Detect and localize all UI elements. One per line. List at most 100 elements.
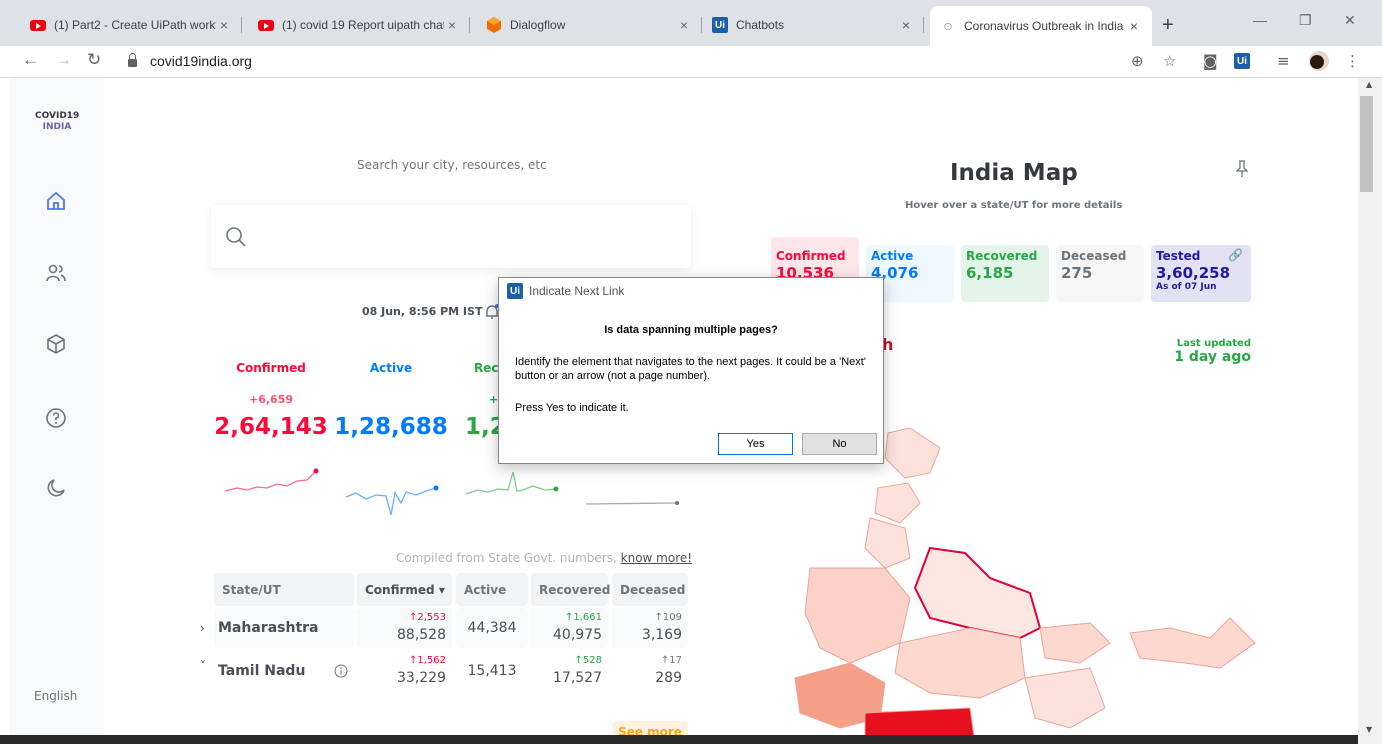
map-region-himachal bbox=[874, 482, 921, 524]
os-taskbar bbox=[0, 735, 1358, 744]
info-icon[interactable] bbox=[334, 664, 348, 678]
col-header-active[interactable]: Active bbox=[456, 573, 528, 606]
map-region-northeast bbox=[1129, 617, 1256, 669]
expand-row-icon[interactable]: ˅ bbox=[200, 659, 206, 673]
stat-confirmed-delta: +6,659 bbox=[248, 393, 293, 406]
browser-tab[interactable]: (1) covid 19 Report uipath chat × bbox=[248, 8, 470, 42]
users-icon[interactable] bbox=[44, 261, 68, 285]
home-icon[interactable] bbox=[44, 189, 68, 213]
loading-icon: ⊙ bbox=[943, 20, 953, 33]
last-update-time: 08 Jun, 8:56 PM IST bbox=[362, 305, 483, 318]
dialog-instruction: Press Yes to indicate it. bbox=[515, 402, 629, 414]
map-stat-deceased[interactable]: Deceased 275 bbox=[1056, 245, 1144, 302]
dialog-question: Is data spanning multiple pages? bbox=[604, 324, 778, 336]
uipath-icon: Ui bbox=[507, 283, 523, 299]
pin-icon[interactable] bbox=[1236, 160, 1248, 178]
dialog-title: Indicate Next Link bbox=[529, 284, 625, 298]
browser-tab[interactable]: Ui Chatbots × bbox=[702, 8, 924, 42]
map-region-jammu-kashmir bbox=[884, 428, 941, 479]
browser-tab-active[interactable]: ⊙ Coronavirus Outbreak in India × bbox=[930, 6, 1152, 46]
know-more-link[interactable]: know more! bbox=[621, 551, 692, 565]
bookmark-star-icon[interactable]: ☆ bbox=[1163, 52, 1176, 70]
uipath-extension-icon[interactable]: Ui bbox=[1234, 53, 1250, 69]
expand-row-icon[interactable]: › bbox=[200, 621, 205, 635]
col-header-confirmed[interactable]: Confirmed ▾ bbox=[357, 573, 452, 606]
camera-extension-icon[interactable]: ◙ bbox=[1203, 52, 1218, 70]
uipath-icon: Ui bbox=[712, 17, 728, 33]
map-region-bihar bbox=[1039, 622, 1111, 664]
stat-active-value: 1,28,688 bbox=[334, 414, 448, 440]
help-icon[interactable] bbox=[44, 406, 68, 430]
dialogflow-icon bbox=[486, 17, 502, 33]
map-region-rajasthan bbox=[804, 567, 911, 664]
scroll-up-icon[interactable]: ▲ bbox=[1366, 80, 1372, 89]
youtube-icon bbox=[258, 17, 274, 33]
minimize-icon[interactable]: — bbox=[1253, 12, 1267, 28]
yes-button[interactable]: Yes bbox=[718, 433, 793, 455]
recovered-sparkline bbox=[465, 471, 559, 495]
sidebar: COVID19 INDIA English bbox=[10, 78, 104, 744]
no-button[interactable]: No bbox=[802, 433, 877, 455]
col-header-state[interactable]: State/UT bbox=[214, 573, 354, 606]
stat-confirmed-label: Confirmed bbox=[236, 361, 306, 375]
scroll-down-icon[interactable]: ▼ bbox=[1366, 725, 1372, 734]
india-map[interactable] bbox=[790, 428, 1260, 744]
link-icon[interactable]: 🔗 bbox=[1228, 248, 1243, 262]
tab-title: Coronavirus Outbreak in India bbox=[964, 19, 1124, 33]
indicate-next-link-dialog: Ui Indicate Next Link Is data spanning m… bbox=[498, 277, 884, 464]
close-icon[interactable]: × bbox=[898, 17, 914, 33]
tab-title: Dialogflow bbox=[510, 18, 566, 32]
restore-icon[interactable]: ❐ bbox=[1299, 12, 1312, 29]
table-cell-active: 44,384 bbox=[456, 608, 528, 648]
table-cell-active: 15,413 bbox=[456, 651, 528, 691]
table-cell-recovered: ↑1,661 40,975 bbox=[531, 608, 608, 648]
last-updated: Last updated 1 day ago bbox=[1174, 338, 1251, 365]
media-control-icon[interactable]: ≡ bbox=[1277, 52, 1290, 70]
map-title: India Map bbox=[950, 160, 1078, 186]
close-icon[interactable]: × bbox=[676, 17, 692, 33]
package-icon[interactable] bbox=[44, 332, 68, 356]
dialog-body: Identify the element that navigates to t… bbox=[515, 356, 866, 382]
scrollbar-thumb[interactable] bbox=[1360, 96, 1373, 192]
table-cell-deceased: ↑109 3,169 bbox=[612, 608, 688, 648]
close-icon[interactable]: × bbox=[1126, 18, 1142, 34]
table-row-state[interactable]: Maharashtra bbox=[214, 608, 354, 648]
table-cell-recovered: ↑528 17,527 bbox=[531, 651, 608, 691]
browser-toolbar: ← → ↻ covid19india.org ⊕ ☆ ◙ Ui ≡ ⋮ bbox=[0, 46, 1382, 78]
browser-tab[interactable]: Dialogflow × bbox=[476, 8, 702, 42]
tab-title: (1) Part2 - Create UiPath workf bbox=[54, 18, 216, 32]
tab-title: Chatbots bbox=[736, 18, 785, 32]
install-icon[interactable]: ⊕ bbox=[1131, 52, 1144, 70]
brand-logo[interactable]: COVID19 INDIA bbox=[35, 111, 79, 133]
close-icon[interactable]: × bbox=[216, 17, 232, 33]
map-region-uttar-pradesh bbox=[913, 546, 1042, 640]
reload-icon[interactable]: ↻ bbox=[87, 50, 101, 70]
back-icon[interactable]: ← bbox=[22, 50, 39, 70]
map-stat-recovered[interactable]: Recovered 6,185 bbox=[961, 245, 1049, 302]
close-icon[interactable]: × bbox=[444, 17, 460, 33]
table-cell-deceased: ↑17 289 bbox=[612, 651, 688, 691]
youtube-icon bbox=[30, 17, 46, 33]
table-row-state[interactable]: Tamil Nadu bbox=[214, 651, 354, 691]
browser-tab[interactable]: (1) Part2 - Create UiPath workf × bbox=[20, 8, 242, 42]
map-region-odisha-jharkhand bbox=[1024, 667, 1106, 729]
tab-title: (1) covid 19 Report uipath chat bbox=[282, 18, 444, 32]
col-header-deceased[interactable]: Deceased bbox=[612, 573, 688, 606]
deceased-sparkline bbox=[585, 501, 679, 505]
bell-icon[interactable] bbox=[485, 304, 499, 320]
dark-mode-icon[interactable] bbox=[44, 476, 68, 500]
window-close-icon[interactable]: ✕ bbox=[1344, 12, 1356, 29]
url-text: covid19india.org bbox=[150, 53, 252, 69]
compiled-note: Compiled from State Govt. numbers, know … bbox=[396, 551, 693, 565]
new-tab-icon[interactable]: + bbox=[1162, 14, 1174, 37]
avatar[interactable] bbox=[1308, 50, 1330, 76]
search-input[interactable] bbox=[211, 205, 691, 268]
col-header-recovered[interactable]: Recovered bbox=[531, 573, 610, 606]
confirmed-sparkline bbox=[224, 468, 319, 492]
menu-dots-icon[interactable]: ⋮ bbox=[1345, 52, 1360, 70]
language-selector[interactable]: English bbox=[34, 689, 77, 703]
map-stat-tested[interactable]: Tested 3,60,258 As of 07 Jun 🔗 bbox=[1151, 245, 1251, 302]
forward-icon[interactable]: → bbox=[55, 50, 72, 70]
map-subtitle: Hover over a state/UT for more details bbox=[905, 200, 1123, 211]
address-bar[interactable]: covid19india.org bbox=[112, 47, 1192, 75]
